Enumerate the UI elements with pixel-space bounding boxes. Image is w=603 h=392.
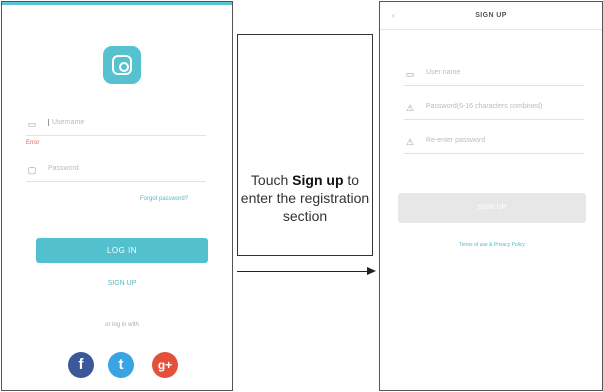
lock-icon: ⚠	[405, 103, 415, 113]
or-login-with-label: or log in with	[105, 322, 139, 328]
signup-username-placeholder: User name	[426, 69, 461, 76]
app-logo-icon	[103, 46, 141, 84]
signup-header: ‹ SIGN UP	[380, 2, 602, 30]
instruction-callout: Touch Sign up to enter the registration …	[237, 34, 373, 256]
user-icon: ▭	[405, 69, 415, 79]
google-plus-icon[interactable]: g+	[152, 352, 178, 378]
arrow-head-icon	[367, 267, 376, 275]
password-placeholder: Password	[48, 165, 79, 172]
lock-icon: ⚠	[405, 137, 415, 147]
field-underline	[26, 181, 206, 182]
login-button[interactable]: LOG IN	[36, 238, 208, 263]
twitter-icon[interactable]: t	[108, 352, 134, 378]
signup-password-field[interactable]: ⚠ Password(6-16 characters combined)	[404, 98, 584, 120]
password-field[interactable]: ▢ Password	[26, 160, 206, 182]
username-placeholder: Username	[48, 119, 84, 126]
field-underline	[404, 85, 584, 86]
login-screen: ▭ Username Error ▢ Password Forgot passw…	[1, 1, 233, 391]
terms-link[interactable]: Terms of use & Privacy Policy	[398, 242, 586, 248]
instruction-text: Touch Sign up to enter the registration …	[240, 172, 370, 224]
error-message: Error	[26, 140, 40, 146]
flow-arrow	[237, 271, 369, 272]
signup-confirm-field[interactable]: ⚠ Re-enter password	[404, 132, 584, 154]
field-underline	[26, 135, 206, 136]
lock-icon: ▢	[27, 165, 37, 175]
field-underline	[404, 119, 584, 120]
signup-screen: ‹ SIGN UP ▭ User name ⚠ Password(6-16 ch…	[379, 1, 603, 391]
forgot-password-link[interactable]: Forgot password?	[140, 196, 188, 202]
signup-username-field[interactable]: ▭ User name	[404, 64, 584, 86]
field-underline	[404, 153, 584, 154]
status-bar	[2, 2, 232, 14]
facebook-icon[interactable]: f	[68, 352, 94, 378]
page-title: SIGN UP	[475, 12, 507, 19]
username-field[interactable]: ▭ Username	[26, 114, 206, 136]
signup-button[interactable]: SIGN UP	[398, 193, 586, 223]
signup-link[interactable]: SIGN UP	[36, 280, 208, 287]
user-icon: ▭	[27, 119, 37, 129]
signup-confirm-placeholder: Re-enter password	[426, 137, 486, 144]
signup-password-placeholder: Password(6-16 characters combined)	[426, 103, 543, 110]
